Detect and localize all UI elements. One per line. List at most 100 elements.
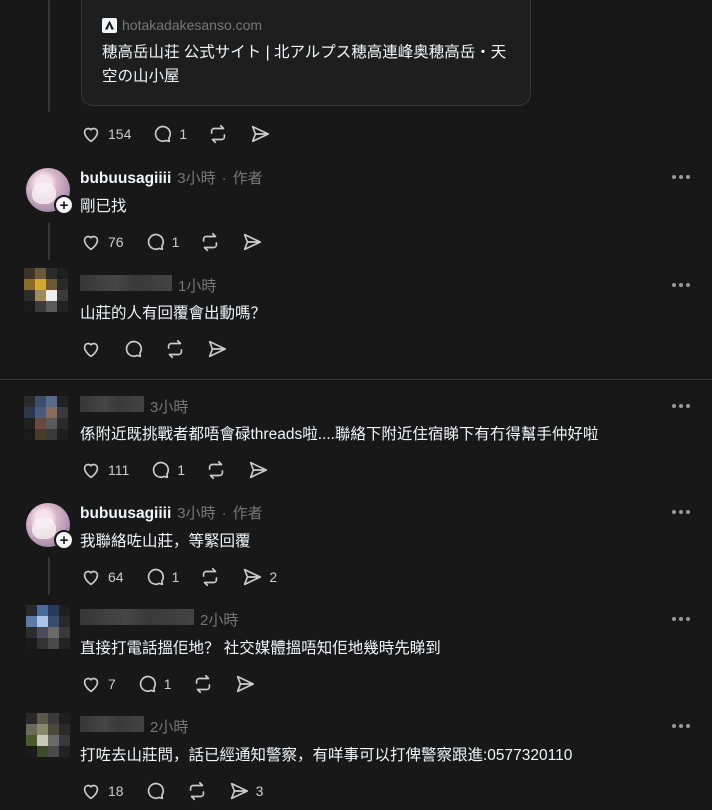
like-button[interactable]: 18 xyxy=(80,780,124,802)
repost-button[interactable] xyxy=(205,459,227,481)
timestamp: 3小時 xyxy=(177,505,216,522)
username-blurred[interactable] xyxy=(80,609,194,625)
repost-icon xyxy=(189,781,204,801)
comment-icon xyxy=(147,568,164,586)
link-title[interactable]: 穂高岳山荘 公式サイト | 北アルプス穂高連峰奥穂高岳・天空の山小屋 xyxy=(102,41,512,89)
comment-header: bubuusagiiii 3小時 · 作者 xyxy=(80,502,263,523)
heart-icon xyxy=(83,127,99,143)
heart-icon xyxy=(83,784,99,800)
like-button[interactable]: 111 xyxy=(80,459,129,481)
comment-icon xyxy=(153,461,170,479)
username-blurred[interactable] xyxy=(80,275,172,291)
comment-actions: 7 1 xyxy=(80,673,276,695)
share-button[interactable] xyxy=(241,231,263,253)
reply-button[interactable]: 1 xyxy=(144,566,179,588)
share-button[interactable] xyxy=(206,338,228,360)
share-button[interactable]: 3 xyxy=(228,780,264,802)
plus-icon[interactable]: + xyxy=(54,530,74,550)
reply-count: 1 xyxy=(177,462,186,478)
site-favicon-icon xyxy=(102,17,117,33)
link-preview-card[interactable]: hotakadakesanso.com 穂高岳山荘 公式サイト | 北アルプス穂… xyxy=(81,0,531,106)
like-count: 18 xyxy=(108,783,124,799)
comment-actions xyxy=(80,338,248,360)
reply-button[interactable]: 1 xyxy=(151,123,187,145)
heart-icon xyxy=(83,463,99,479)
repost-button[interactable] xyxy=(186,780,208,802)
meta-separator: · xyxy=(221,505,227,522)
share-icon xyxy=(244,568,262,586)
avatar[interactable]: + xyxy=(26,503,74,550)
author-tag: 作者 xyxy=(232,170,263,187)
like-button[interactable]: 7 xyxy=(80,673,116,695)
link-domain: hotakadakesanso.com xyxy=(122,17,263,33)
more-icon[interactable] xyxy=(672,510,690,514)
username[interactable]: bubuusagiiii xyxy=(80,170,171,188)
heart-icon xyxy=(83,342,99,358)
share-button[interactable] xyxy=(234,673,256,695)
avatar[interactable] xyxy=(26,605,70,649)
more-icon[interactable] xyxy=(672,617,690,621)
comment-icon xyxy=(125,340,143,358)
reply-count: 1 xyxy=(163,676,172,692)
comment-header: 2小時 xyxy=(80,609,238,630)
repost-button[interactable] xyxy=(164,338,186,360)
username[interactable]: bubuusagiiii xyxy=(80,505,171,523)
like-count: 111 xyxy=(108,462,130,478)
share-count: 3 xyxy=(255,783,264,799)
repost-button[interactable] xyxy=(192,673,214,695)
more-icon[interactable] xyxy=(672,175,690,179)
avatar[interactable] xyxy=(26,713,70,757)
like-count: 64 xyxy=(108,569,124,585)
divider xyxy=(0,379,712,380)
share-button[interactable] xyxy=(249,123,271,145)
comment-header: 3小時 xyxy=(80,396,188,417)
reply-button[interactable]: 1 xyxy=(149,459,185,481)
like-button[interactable]: 154 xyxy=(80,123,131,145)
comment-header: bubuusagiiii 3小時 · 作者 xyxy=(80,167,263,188)
share-icon xyxy=(230,782,248,800)
like-count: 154 xyxy=(108,126,132,142)
username-blurred[interactable] xyxy=(80,716,144,732)
share-icon xyxy=(208,340,227,358)
timestamp: 2小時 xyxy=(200,612,239,629)
repost-icon xyxy=(203,232,218,252)
comment-actions: 111 1 xyxy=(80,459,289,481)
avatar[interactable] xyxy=(24,396,68,440)
repost-icon xyxy=(203,567,218,587)
like-button[interactable] xyxy=(80,338,102,360)
repost-icon xyxy=(195,674,210,694)
comment-text: 山莊的人有回覆會出動嗎？ xyxy=(80,305,267,322)
username-blurred[interactable] xyxy=(80,396,144,412)
more-icon[interactable] xyxy=(672,724,690,728)
reply-count: 1 xyxy=(179,126,188,142)
reply-button[interactable]: 1 xyxy=(144,231,180,253)
share-icon xyxy=(244,233,262,251)
share-icon xyxy=(249,461,268,479)
like-button[interactable]: 64 xyxy=(80,566,124,588)
timestamp: 3小時 xyxy=(177,170,216,187)
reply-count: 1 xyxy=(171,234,180,250)
reply-button[interactable] xyxy=(122,338,144,360)
reply-button[interactable]: 1 xyxy=(136,673,172,695)
more-icon[interactable] xyxy=(672,283,690,287)
timestamp: 1小時 xyxy=(178,278,217,295)
comment-actions: 64 1 2 xyxy=(80,566,297,588)
comment-header: 1小時 xyxy=(80,275,216,296)
repost-button[interactable] xyxy=(199,566,221,588)
repost-button[interactable] xyxy=(199,231,221,253)
avatar[interactable]: + xyxy=(26,168,74,215)
repost-button[interactable] xyxy=(207,123,229,145)
repost-icon xyxy=(210,124,226,144)
share-button[interactable]: 2 xyxy=(241,566,277,588)
share-button[interactable] xyxy=(247,459,269,481)
comment-text: 剛已找 xyxy=(80,198,127,215)
plus-icon[interactable]: + xyxy=(54,195,74,215)
more-icon[interactable] xyxy=(672,404,690,408)
like-button[interactable]: 76 xyxy=(80,231,124,253)
comment-actions: 18 3 xyxy=(80,780,283,802)
avatar[interactable] xyxy=(24,268,68,312)
timestamp: 3小時 xyxy=(150,399,189,416)
share-icon xyxy=(251,125,270,143)
heart-icon xyxy=(83,570,99,586)
reply-button[interactable] xyxy=(144,780,166,802)
